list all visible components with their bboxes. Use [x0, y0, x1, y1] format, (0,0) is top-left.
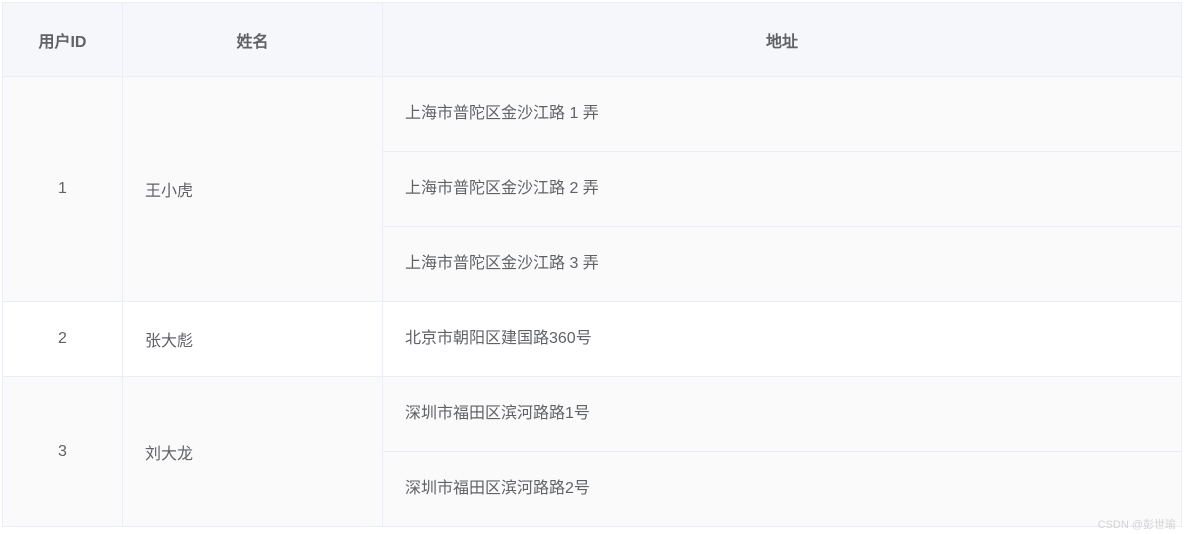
address-sub-table: 上海市普陀区金沙江路 1 弄 上海市普陀区金沙江路 2 弄 上海市普陀区金沙江路…	[383, 77, 1181, 301]
cell-address-group: 北京市朝阳区建国路360号	[383, 302, 1182, 377]
cell-address-group: 上海市普陀区金沙江路 1 弄 上海市普陀区金沙江路 2 弄 上海市普陀区金沙江路…	[383, 77, 1182, 302]
table-row: 3 刘大龙 深圳市福田区滨河路路1号 深圳市福田区滨河路路2号	[3, 377, 1182, 527]
address-row: 上海市普陀区金沙江路 3 弄	[383, 227, 1181, 302]
table-row: 1 王小虎 上海市普陀区金沙江路 1 弄 上海市普陀区金沙江路 2 弄 上海市普…	[3, 77, 1182, 302]
table-row: 2 张大彪 北京市朝阳区建国路360号	[3, 302, 1182, 377]
address-row: 深圳市福田区滨河路路1号	[383, 377, 1181, 452]
table-body: 1 王小虎 上海市普陀区金沙江路 1 弄 上海市普陀区金沙江路 2 弄 上海市普…	[3, 77, 1182, 527]
address-row: 上海市普陀区金沙江路 1 弄	[383, 77, 1181, 152]
cell-user-id: 1	[3, 77, 123, 302]
cell-user-id: 2	[3, 302, 123, 377]
cell-address-group: 深圳市福田区滨河路路1号 深圳市福田区滨河路路2号	[383, 377, 1182, 527]
address-row: 北京市朝阳区建国路360号	[383, 302, 1181, 376]
header-name: 姓名	[123, 3, 383, 77]
address-row: 深圳市福田区滨河路路2号	[383, 452, 1181, 527]
header-user-id: 用户ID	[3, 3, 123, 77]
address-sub-table: 深圳市福田区滨河路路1号 深圳市福田区滨河路路2号	[383, 377, 1181, 526]
address-text: 上海市普陀区金沙江路 3 弄	[383, 227, 1181, 302]
cell-name: 刘大龙	[123, 377, 383, 527]
address-row: 上海市普陀区金沙江路 2 弄	[383, 152, 1181, 227]
cell-name: 张大彪	[123, 302, 383, 377]
watermark: CSDN @彭世瑜	[1098, 516, 1176, 532]
header-address: 地址	[383, 3, 1182, 77]
table-header-row: 用户ID 姓名 地址	[3, 3, 1182, 77]
address-text: 深圳市福田区滨河路路2号	[383, 452, 1181, 527]
address-text: 深圳市福田区滨河路路1号	[383, 377, 1181, 452]
cell-name: 王小虎	[123, 77, 383, 302]
user-table: 用户ID 姓名 地址 1 王小虎 上海市普陀区金沙江路 1 弄 上海市普陀区金沙…	[2, 2, 1182, 527]
address-text: 上海市普陀区金沙江路 1 弄	[383, 77, 1181, 152]
cell-user-id: 3	[3, 377, 123, 527]
address-sub-table: 北京市朝阳区建国路360号	[383, 302, 1181, 376]
address-text: 上海市普陀区金沙江路 2 弄	[383, 152, 1181, 227]
address-text: 北京市朝阳区建国路360号	[383, 302, 1181, 376]
